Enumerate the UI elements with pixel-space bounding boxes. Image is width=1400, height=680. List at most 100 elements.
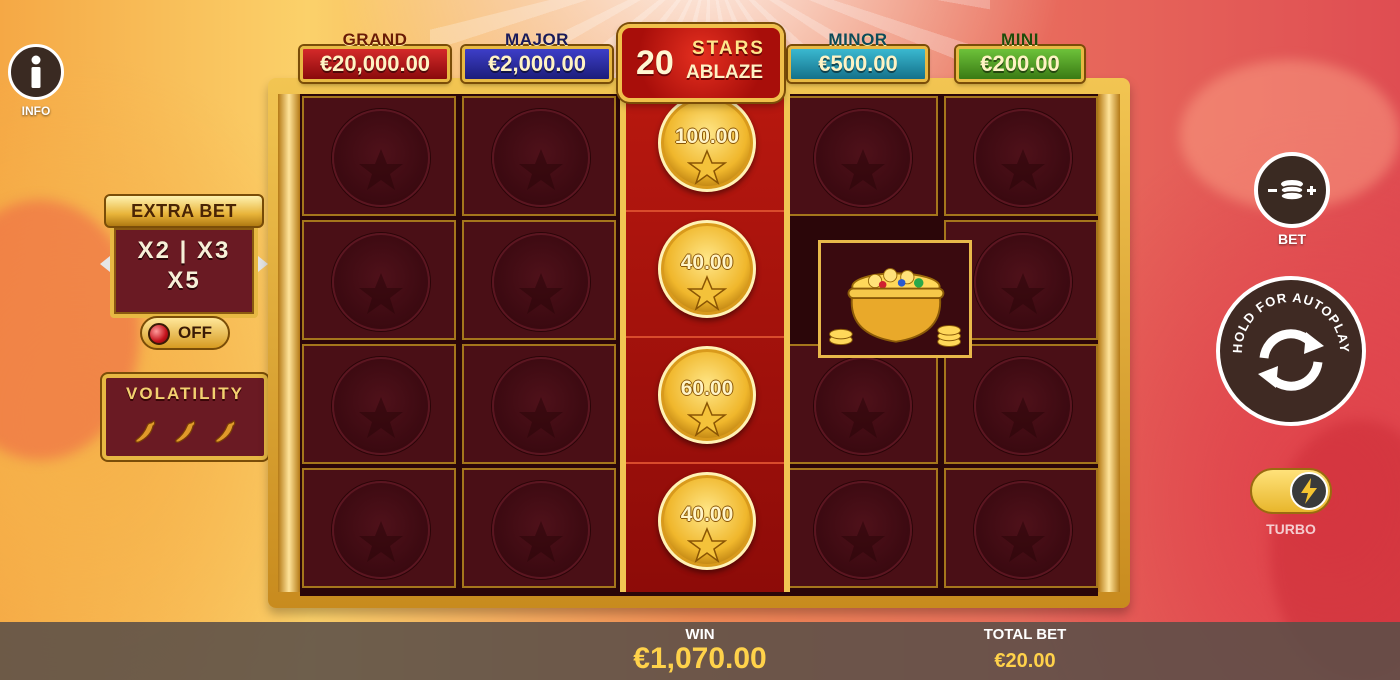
empty-coin-slot xyxy=(974,481,1072,579)
volatility-panel: VOLATILITY xyxy=(102,374,268,460)
svg-text:HOLD FOR AUTOPLAY: HOLD FOR AUTOPLAY xyxy=(1230,290,1352,354)
reel-cell-empty xyxy=(302,468,456,588)
empty-coin-slot xyxy=(332,109,430,207)
extra-bet-multipliers: X2 | X3 X5 xyxy=(114,236,254,296)
coin-cell: 40.00 xyxy=(626,214,784,338)
cash-coin: 100.00 xyxy=(658,94,756,192)
logo-word-1: STARS xyxy=(692,38,765,59)
autoplay-ring: HOLD FOR AUTOPLAY xyxy=(1230,290,1352,391)
jackpot-major: €2,000.00 MAJOR xyxy=(462,30,612,86)
hot-reel-column: 100.00 40.00 60.00 40.00 xyxy=(620,88,790,592)
reel-cell-empty xyxy=(784,344,938,464)
star-icon xyxy=(841,521,885,562)
extra-bet-body: X2 | X3 X5 xyxy=(110,224,258,318)
star-icon xyxy=(519,521,563,562)
total-bet-value: €20.00 xyxy=(994,650,1056,672)
star-icon xyxy=(687,527,727,563)
jackpot-mini-title: MINI xyxy=(1001,30,1039,49)
bet-button[interactable] xyxy=(1254,152,1330,228)
jackpot-grand: €20,000.00 GRAND xyxy=(300,30,450,86)
star-icon xyxy=(1001,397,1045,438)
star-icon xyxy=(687,401,727,437)
frame-pillar-left xyxy=(278,94,300,592)
empty-coin-slot xyxy=(492,481,590,579)
autoplay-text: HOLD FOR AUTOPLAY xyxy=(1230,290,1351,354)
toggle-knob-icon xyxy=(148,323,170,345)
jackpot-mini: €200.00 MINI xyxy=(956,30,1084,86)
star-icon xyxy=(687,149,727,185)
spin-button[interactable]: HOLD FOR AUTOPLAY xyxy=(1216,276,1366,426)
cash-coin: 60.00 xyxy=(658,346,756,444)
coin-value: 40.00 xyxy=(680,251,734,274)
reel-cell-empty xyxy=(944,344,1098,464)
bottom-bar: WIN €1,070.00 TOTAL BET €20.00 xyxy=(0,622,1400,680)
logo-number: 20 xyxy=(636,44,674,82)
star-icon xyxy=(1001,521,1045,562)
coin-value: 60.00 xyxy=(680,377,734,400)
info-button[interactable] xyxy=(8,44,64,100)
reel-cell-empty xyxy=(462,468,616,588)
info-label: INFO xyxy=(21,104,51,118)
jackpot-major-title: MAJOR xyxy=(505,30,569,49)
reel-cell-empty xyxy=(784,468,938,588)
bet-label: BET xyxy=(1278,231,1306,247)
reel-cell-empty xyxy=(944,96,1098,216)
jackpot-minor-value: €500.00 xyxy=(788,46,928,82)
star-icon xyxy=(1001,273,1045,314)
extra-bet-line-1: X2 | X3 xyxy=(137,237,231,264)
star-icon xyxy=(1001,149,1045,190)
cash-coin: 40.00 xyxy=(658,220,756,318)
empty-coin-slot xyxy=(814,357,912,455)
empty-coin-slot xyxy=(814,109,912,207)
reel-frame: 100.00 40.00 60.00 40.00 xyxy=(268,78,1130,608)
extra-bet-next-arrow-icon[interactable] xyxy=(258,256,268,272)
game-logo: 20 STARS ABLAZE xyxy=(618,24,784,102)
jackpot-minor-title: MINOR xyxy=(828,30,888,49)
star-icon xyxy=(519,273,563,314)
coin-cell: 40.00 xyxy=(626,466,784,590)
reel-cell-empty xyxy=(462,344,616,464)
extra-bet-prev-arrow-icon[interactable] xyxy=(100,256,110,272)
empty-coin-slot xyxy=(332,233,430,331)
pot-of-gold-icon xyxy=(829,268,961,347)
reel-cell-empty xyxy=(944,468,1098,588)
empty-coin-slot xyxy=(332,481,430,579)
coin-value: 100.00 xyxy=(674,125,740,148)
empty-coin-slot xyxy=(974,357,1072,455)
jackpot-major-value: €2,000.00 xyxy=(462,46,612,82)
empty-coin-slot xyxy=(492,109,590,207)
star-icon xyxy=(359,521,403,562)
turbo-toggle[interactable] xyxy=(1250,468,1332,514)
info-icon xyxy=(31,55,41,88)
chili-icon xyxy=(175,420,196,443)
coin-stack-icon xyxy=(1268,180,1316,201)
empty-coin-slot xyxy=(814,481,912,579)
empty-coin-slot xyxy=(332,357,430,455)
chili-icon xyxy=(135,420,156,443)
star-icon xyxy=(359,273,403,314)
empty-coin-slot xyxy=(492,233,590,331)
empty-coin-slot xyxy=(492,357,590,455)
turbo-label: TURBO xyxy=(1266,521,1316,537)
empty-coin-slot xyxy=(974,109,1072,207)
frame-pillar-right xyxy=(1098,94,1120,592)
extra-bet-toggle-state: OFF xyxy=(178,323,212,342)
lightning-icon xyxy=(1301,478,1317,504)
extra-bet-panel: X2 | X3 X5 EXTRA BET OFF xyxy=(100,194,268,350)
extra-bet-toggle[interactable]: OFF xyxy=(140,316,230,350)
star-icon xyxy=(519,149,563,190)
extra-bet-title: EXTRA BET xyxy=(104,194,264,228)
reel-cell-empty xyxy=(784,96,938,216)
star-icon xyxy=(359,397,403,438)
star-icon xyxy=(687,275,727,311)
jackpot-grand-title: GRAND xyxy=(342,30,408,49)
jackpot-mini-value: €200.00 xyxy=(956,46,1084,82)
reel-cell-empty xyxy=(462,96,616,216)
turbo-knob xyxy=(1290,472,1328,510)
volatility-title: VOLATILITY xyxy=(126,384,244,403)
cash-coin: 40.00 xyxy=(658,472,756,570)
win-label: WIN xyxy=(685,626,715,643)
total-bet-label: TOTAL BET xyxy=(983,626,1067,643)
win-value: €1,070.00 xyxy=(633,642,767,675)
coin-cell: 60.00 xyxy=(626,340,784,464)
